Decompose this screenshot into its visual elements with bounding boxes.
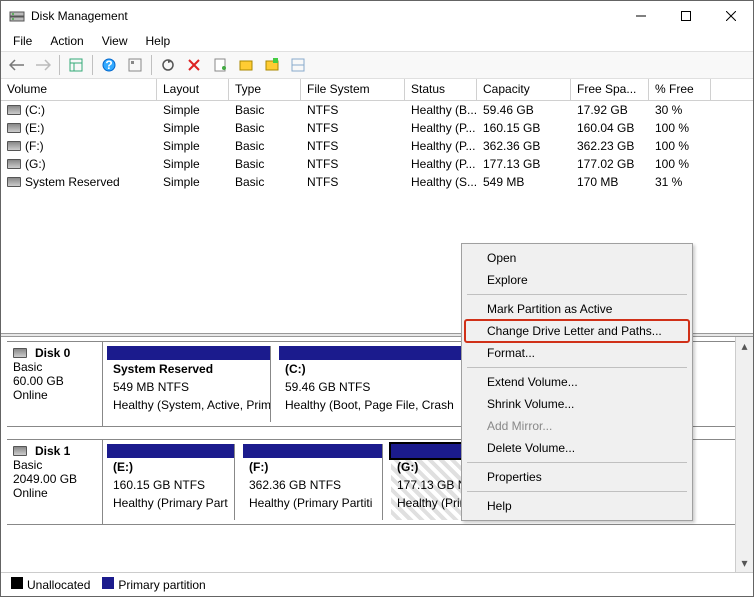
vertical-scrollbar[interactable]: ▴ ▾ [735,337,753,572]
disk-icon [13,446,27,456]
menu-item-format[interactable]: Format... [465,342,689,364]
app-icon [9,8,25,24]
settings-button[interactable] [123,53,147,77]
menu-item-help[interactable]: Help [465,495,689,517]
help-button[interactable]: ? [97,53,121,77]
col-status[interactable]: Status [405,79,477,100]
action3-button[interactable] [286,53,310,77]
legend-primary: Primary partition [102,577,205,592]
drive-icon [7,177,21,187]
context-menu: OpenExplore Mark Partition as ActiveChang… [461,243,693,521]
partition[interactable]: (F:)362.36 GB NTFSHealthy (Primary Parti… [243,444,383,520]
scroll-up-icon[interactable]: ▴ [736,337,753,355]
partition[interactable]: (C:)59.46 GB NTFSHealthy (Boot, Page Fil… [279,346,465,422]
volume-list-header: Volume Layout Type File System Status Ca… [1,79,753,101]
forward-button[interactable] [31,53,55,77]
col-layout[interactable]: Layout [157,79,229,100]
action1-button[interactable] [234,53,258,77]
menu-separator [467,462,687,463]
volume-row[interactable]: (E:)SimpleBasicNTFSHealthy (P...160.15 G… [1,119,753,137]
views-button[interactable] [64,53,88,77]
properties-button[interactable] [208,53,232,77]
drive-icon [7,105,21,115]
col-freespace[interactable]: Free Spa... [571,79,649,100]
volume-row[interactable]: (G:)SimpleBasicNTFSHealthy (P...177.13 G… [1,155,753,173]
col-capacity[interactable]: Capacity [477,79,571,100]
partition[interactable]: System Reserved549 MB NTFSHealthy (Syste… [107,346,271,422]
menu-separator [467,367,687,368]
maximize-button[interactable] [663,2,708,31]
volume-row[interactable]: (F:)SimpleBasicNTFSHealthy (P...362.36 G… [1,137,753,155]
menu-item-properties[interactable]: Properties [465,466,689,488]
action2-button[interactable] [260,53,284,77]
disk-management-window: Disk Management File Action View Help ? … [0,0,754,597]
col-volume[interactable]: Volume [1,79,157,100]
menu-separator [467,294,687,295]
col-pctfree[interactable]: % Free [649,79,711,100]
close-button[interactable] [708,2,753,31]
menu-item-extend-volume[interactable]: Extend Volume... [465,371,689,393]
menu-item-explore[interactable]: Explore [465,269,689,291]
menu-separator [467,491,687,492]
window-title: Disk Management [31,9,618,23]
back-button[interactable] [5,53,29,77]
col-type[interactable]: Type [229,79,301,100]
minimize-button[interactable] [618,2,663,31]
menu-item-add-mirror: Add Mirror... [465,415,689,437]
menu-item-shrink-volume[interactable]: Shrink Volume... [465,393,689,415]
legend: Unallocated Primary partition [1,572,753,596]
menu-item-change-drive-letter-and-paths[interactable]: Change Drive Letter and Paths... [465,320,689,342]
menu-view[interactable]: View [94,32,136,50]
menu-action[interactable]: Action [42,32,91,50]
volume-row[interactable]: System ReservedSimpleBasicNTFSHealthy (S… [1,173,753,191]
menu-file[interactable]: File [5,32,40,50]
menu-help[interactable]: Help [138,32,179,50]
toolbar: ? [1,51,753,79]
titlebar[interactable]: Disk Management [1,1,753,31]
disk-info[interactable]: Disk 1Basic2049.00 GBOnline [7,440,103,524]
disk-info[interactable]: Disk 0Basic60.00 GBOnline [7,342,103,426]
menu-item-delete-volume[interactable]: Delete Volume... [465,437,689,459]
col-filesystem[interactable]: File System [301,79,405,100]
refresh-button[interactable] [156,53,180,77]
svg-text:?: ? [105,58,112,72]
partition[interactable]: (E:)160.15 GB NTFSHealthy (Primary Part [107,444,235,520]
volume-row[interactable]: (C:)SimpleBasicNTFSHealthy (B...59.46 GB… [1,101,753,119]
menu-item-mark-partition-as-active[interactable]: Mark Partition as Active [465,298,689,320]
legend-unallocated: Unallocated [11,577,90,592]
delete-button[interactable] [182,53,206,77]
scroll-track[interactable] [736,355,753,554]
scroll-down-icon[interactable]: ▾ [736,554,753,572]
disk-icon [13,348,27,358]
drive-icon [7,159,21,169]
drive-icon [7,141,21,151]
menubar: File Action View Help [1,31,753,51]
drive-icon [7,123,21,133]
menu-item-open[interactable]: Open [465,247,689,269]
